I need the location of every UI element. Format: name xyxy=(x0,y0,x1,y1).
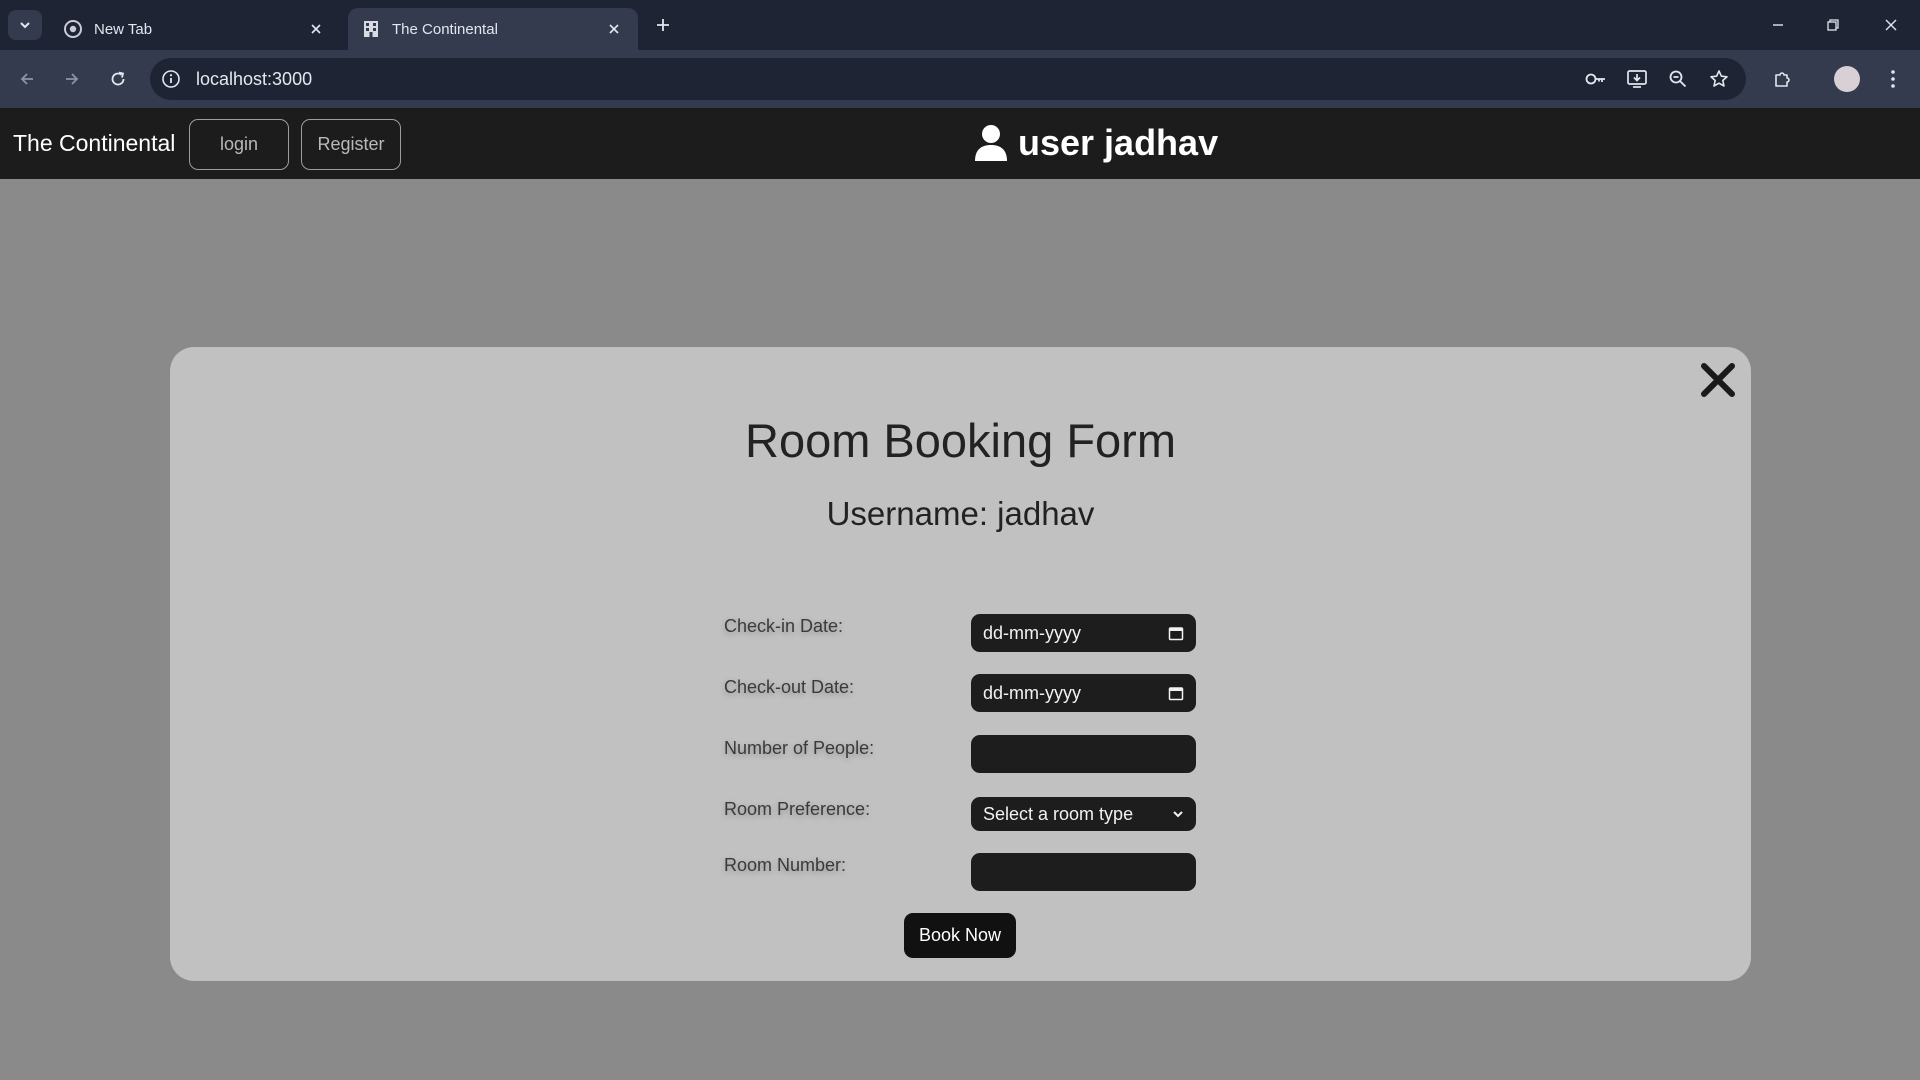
hotel-building-icon xyxy=(362,20,380,38)
check-in-date-input[interactable]: dd-mm-yyyy xyxy=(971,614,1196,652)
plus-icon xyxy=(657,19,669,31)
browser-toolbar: localhost:3000 xyxy=(0,50,1920,108)
booking-modal: Room Booking Form Username: jadhav Check… xyxy=(170,347,1751,981)
tab-title: The Continental xyxy=(392,20,498,38)
chrome-icon xyxy=(64,20,82,38)
restore-button[interactable] xyxy=(1810,8,1856,42)
close-tab-icon[interactable] xyxy=(306,19,326,39)
current-user: user jadhav xyxy=(974,120,1218,166)
register-button[interactable]: Register xyxy=(301,119,401,170)
form-title: Room Booking Form xyxy=(745,414,1176,467)
calendar-icon[interactable] xyxy=(1168,685,1184,701)
tab-search-button[interactable] xyxy=(8,10,42,40)
tab-title: New Tab xyxy=(94,20,153,38)
people-label: Number of People: xyxy=(724,738,875,758)
extensions-button[interactable] xyxy=(1766,63,1798,95)
profile-button[interactable] xyxy=(1831,63,1863,95)
avatar xyxy=(1834,66,1860,92)
check-in-label: Check-in Date: xyxy=(724,616,844,636)
bookmark-star-icon[interactable] xyxy=(1707,68,1731,90)
new-tab-button[interactable] xyxy=(650,12,676,38)
close-modal-button[interactable] xyxy=(1695,357,1741,403)
tab-the-continental[interactable]: The Continental xyxy=(348,8,638,50)
reload-icon xyxy=(111,71,125,86)
address-bar[interactable]: localhost:3000 xyxy=(150,58,1746,100)
room-number-label: Room Number: xyxy=(724,855,847,875)
minimize-button[interactable] xyxy=(1755,8,1801,42)
close-window-button[interactable] xyxy=(1868,8,1914,42)
user-name-label: user jadhav xyxy=(1018,122,1219,163)
browser-menu-button[interactable] xyxy=(1877,63,1909,95)
browser-tab-bar: New Tab The Continental xyxy=(0,0,1920,50)
book-now-button[interactable]: Book Now xyxy=(904,913,1016,958)
check-in-placeholder: dd-mm-yyyy xyxy=(983,622,1081,643)
close-icon xyxy=(1701,363,1735,397)
minimize-icon xyxy=(1773,24,1783,26)
app-navbar: The Continental login Register user jadh… xyxy=(0,108,1920,179)
close-tab-icon[interactable] xyxy=(604,19,624,39)
username-heading: Username: jadhav xyxy=(826,495,1095,532)
room-type-selected: Select a room type xyxy=(983,803,1134,824)
login-button[interactable]: login xyxy=(189,119,289,170)
password-key-icon[interactable] xyxy=(1584,68,1608,90)
check-out-label: Check-out Date: xyxy=(724,677,855,697)
install-app-icon[interactable] xyxy=(1625,68,1649,90)
arrow-left-icon xyxy=(20,73,33,85)
people-count-input[interactable] xyxy=(971,735,1196,773)
puzzle-icon xyxy=(1775,72,1790,87)
more-vertical-icon xyxy=(1891,70,1895,88)
restore-icon xyxy=(1827,19,1839,31)
tab-new-tab[interactable]: New Tab xyxy=(50,8,340,50)
close-icon xyxy=(1885,19,1897,31)
brand-title[interactable]: The Continental xyxy=(13,130,175,157)
check-out-date-input[interactable]: dd-mm-yyyy xyxy=(971,674,1196,712)
room-type-select[interactable]: Select a room type xyxy=(971,797,1196,831)
zoom-icon[interactable] xyxy=(1666,68,1690,90)
chevron-down-icon xyxy=(20,22,30,29)
check-out-placeholder: dd-mm-yyyy xyxy=(983,682,1081,703)
url-text: localhost:3000 xyxy=(196,69,313,89)
room-preference-label: Room Preference: xyxy=(724,799,871,819)
chevron-down-icon xyxy=(1173,811,1183,818)
forward-button[interactable] xyxy=(55,63,89,95)
arrow-right-icon xyxy=(66,73,79,85)
site-info-icon[interactable] xyxy=(160,68,182,90)
back-button[interactable] xyxy=(10,63,44,95)
reload-button[interactable] xyxy=(101,63,135,95)
room-number-input[interactable] xyxy=(971,853,1196,891)
user-icon xyxy=(975,125,1007,161)
calendar-icon[interactable] xyxy=(1168,625,1184,641)
